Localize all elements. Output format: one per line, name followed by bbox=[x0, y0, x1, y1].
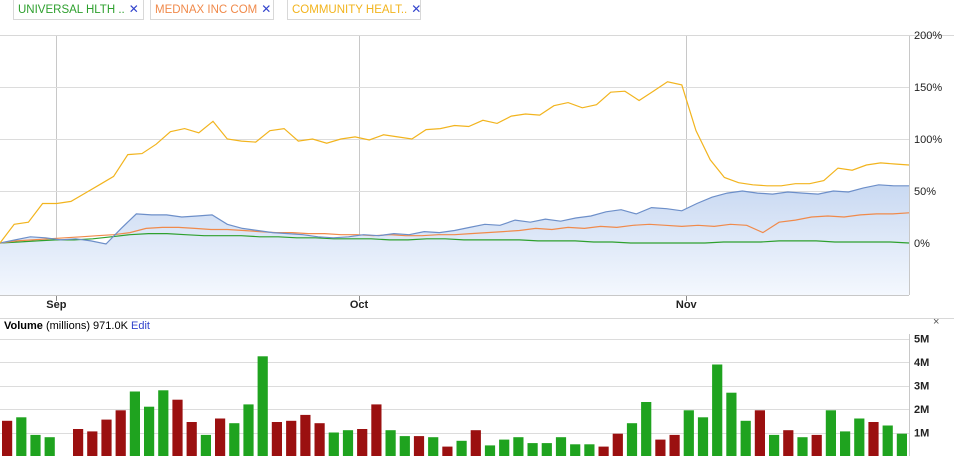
legend-label: MEDNAX INC COM bbox=[155, 4, 258, 16]
volume-bar bbox=[484, 445, 496, 456]
volume-bar bbox=[200, 434, 211, 456]
volume-bar bbox=[669, 434, 680, 456]
volume-bar bbox=[300, 414, 311, 456]
volume-bar bbox=[399, 436, 410, 456]
volume-bar bbox=[115, 410, 126, 456]
volume-bar bbox=[555, 437, 567, 456]
price-x-tick-labels: Sep Oct Nov bbox=[46, 299, 697, 311]
volume-bar bbox=[541, 443, 552, 456]
price-x-tick-label: Oct bbox=[350, 299, 369, 311]
volume-bar bbox=[683, 410, 694, 456]
volume-bar bbox=[896, 433, 907, 456]
volume-title: Volume bbox=[4, 320, 43, 332]
volume-bar bbox=[882, 425, 893, 456]
volume-bar bbox=[385, 430, 396, 456]
volume-y-tick-label: 3M bbox=[914, 381, 929, 393]
volume-bar bbox=[129, 391, 140, 456]
volume-header: Volume (millions) 971.0K Edit bbox=[4, 320, 150, 332]
volume-bar bbox=[527, 443, 538, 456]
volume-bar bbox=[783, 430, 794, 456]
volume-bar bbox=[2, 420, 13, 456]
close-icon[interactable]: ✕ bbox=[411, 2, 421, 16]
volume-bar bbox=[342, 430, 354, 456]
volume-y-tick-label: 4M bbox=[914, 357, 929, 369]
close-icon[interactable]: ✕ bbox=[129, 2, 139, 16]
series-legend: UNIVERSAL HLTH .. ✕ MEDNAX INC COM ✕ COMMU… bbox=[0, 0, 954, 22]
volume-edit-link[interactable]: Edit bbox=[131, 320, 150, 332]
volume-bar bbox=[44, 437, 55, 456]
volume-y-tick-labels: 5M 4M 3M 2M 1M bbox=[914, 334, 929, 440]
volume-bar bbox=[215, 418, 226, 456]
volume-y-tick-label: 2M bbox=[914, 404, 929, 416]
volume-bar bbox=[726, 392, 737, 456]
volume-bar bbox=[328, 432, 339, 456]
volume-bar bbox=[598, 446, 609, 456]
price-y-tick-label: 50% bbox=[914, 186, 936, 198]
price-y-tick-label: 150% bbox=[914, 82, 942, 94]
volume-bar bbox=[470, 430, 481, 456]
volume-bar bbox=[314, 423, 325, 456]
volume-bar bbox=[101, 419, 112, 456]
volume-bar bbox=[712, 364, 723, 456]
volume-bar bbox=[428, 437, 439, 456]
volume-bar bbox=[825, 410, 836, 456]
volume-bar bbox=[30, 434, 41, 456]
volume-bar bbox=[257, 356, 268, 456]
volume-bar bbox=[229, 423, 240, 456]
volume-bar bbox=[286, 420, 297, 456]
volume-bar bbox=[584, 444, 595, 456]
volume-bar bbox=[16, 417, 27, 456]
price-x-tick-label: Sep bbox=[46, 299, 66, 311]
volume-y-tick-label: 1M bbox=[914, 428, 929, 440]
legend-item-community-health[interactable]: COMMUNITY HEALT.. ✕ bbox=[287, 0, 421, 20]
volume-bar bbox=[442, 446, 453, 456]
price-y-tick-label: 100% bbox=[914, 134, 942, 146]
close-icon[interactable]: ✕ bbox=[261, 2, 271, 16]
legend-item-mednax[interactable]: MEDNAX INC COM ✕ bbox=[150, 0, 274, 20]
volume-bar bbox=[271, 422, 282, 456]
volume-bar bbox=[570, 444, 581, 456]
volume-bar bbox=[87, 431, 98, 456]
volume-bar bbox=[769, 434, 780, 456]
volume-bar bbox=[73, 429, 84, 456]
price-y-tick-label: 0% bbox=[914, 238, 930, 250]
volume-bar bbox=[243, 404, 254, 456]
volume-bar bbox=[186, 422, 197, 456]
volume-bar bbox=[641, 402, 652, 456]
volume-bar bbox=[655, 439, 666, 456]
volume-bar bbox=[854, 418, 865, 456]
volume-bar bbox=[868, 422, 879, 456]
volume-bar bbox=[513, 437, 524, 456]
volume-bar bbox=[172, 399, 183, 456]
volume-bar bbox=[371, 404, 382, 456]
price-y-tick-labels: 200% 150% 100% 50% 0% bbox=[914, 30, 942, 250]
price-x-tick-label: Nov bbox=[676, 299, 698, 311]
price-chart: 200% 150% 100% 50% 0% Sep Oct Nov 5M 4M 3M 2M 1M bbox=[0, 30, 954, 456]
volume-bar bbox=[626, 423, 638, 456]
volume-y-tick-label: 5M bbox=[914, 334, 929, 346]
volume-bar bbox=[840, 431, 851, 456]
volume-bar bbox=[612, 433, 623, 456]
volume-bar bbox=[158, 390, 169, 456]
volume-bar bbox=[456, 440, 467, 456]
volume-value: 971.0K bbox=[93, 320, 128, 332]
volume-bar bbox=[499, 439, 510, 456]
volume-bar bbox=[740, 420, 751, 456]
volume-bar bbox=[697, 417, 709, 456]
volume-units: (millions) bbox=[45, 320, 90, 332]
legend-label: COMMUNITY HEALT.. bbox=[292, 4, 408, 16]
volume-bar bbox=[357, 429, 368, 456]
legend-item-universal-hlth[interactable]: UNIVERSAL HLTH .. ✕ bbox=[13, 0, 144, 20]
volume-bar bbox=[754, 410, 765, 456]
price-y-tick-label: 200% bbox=[914, 30, 942, 42]
legend-label: UNIVERSAL HLTH .. bbox=[18, 4, 125, 16]
volume-bar bbox=[413, 436, 425, 456]
volume-bar bbox=[811, 434, 822, 456]
volume-close-icon[interactable]: × bbox=[933, 316, 939, 328]
volume-bar bbox=[144, 406, 155, 456]
volume-bar bbox=[797, 437, 808, 456]
volume-bars bbox=[2, 356, 907, 456]
